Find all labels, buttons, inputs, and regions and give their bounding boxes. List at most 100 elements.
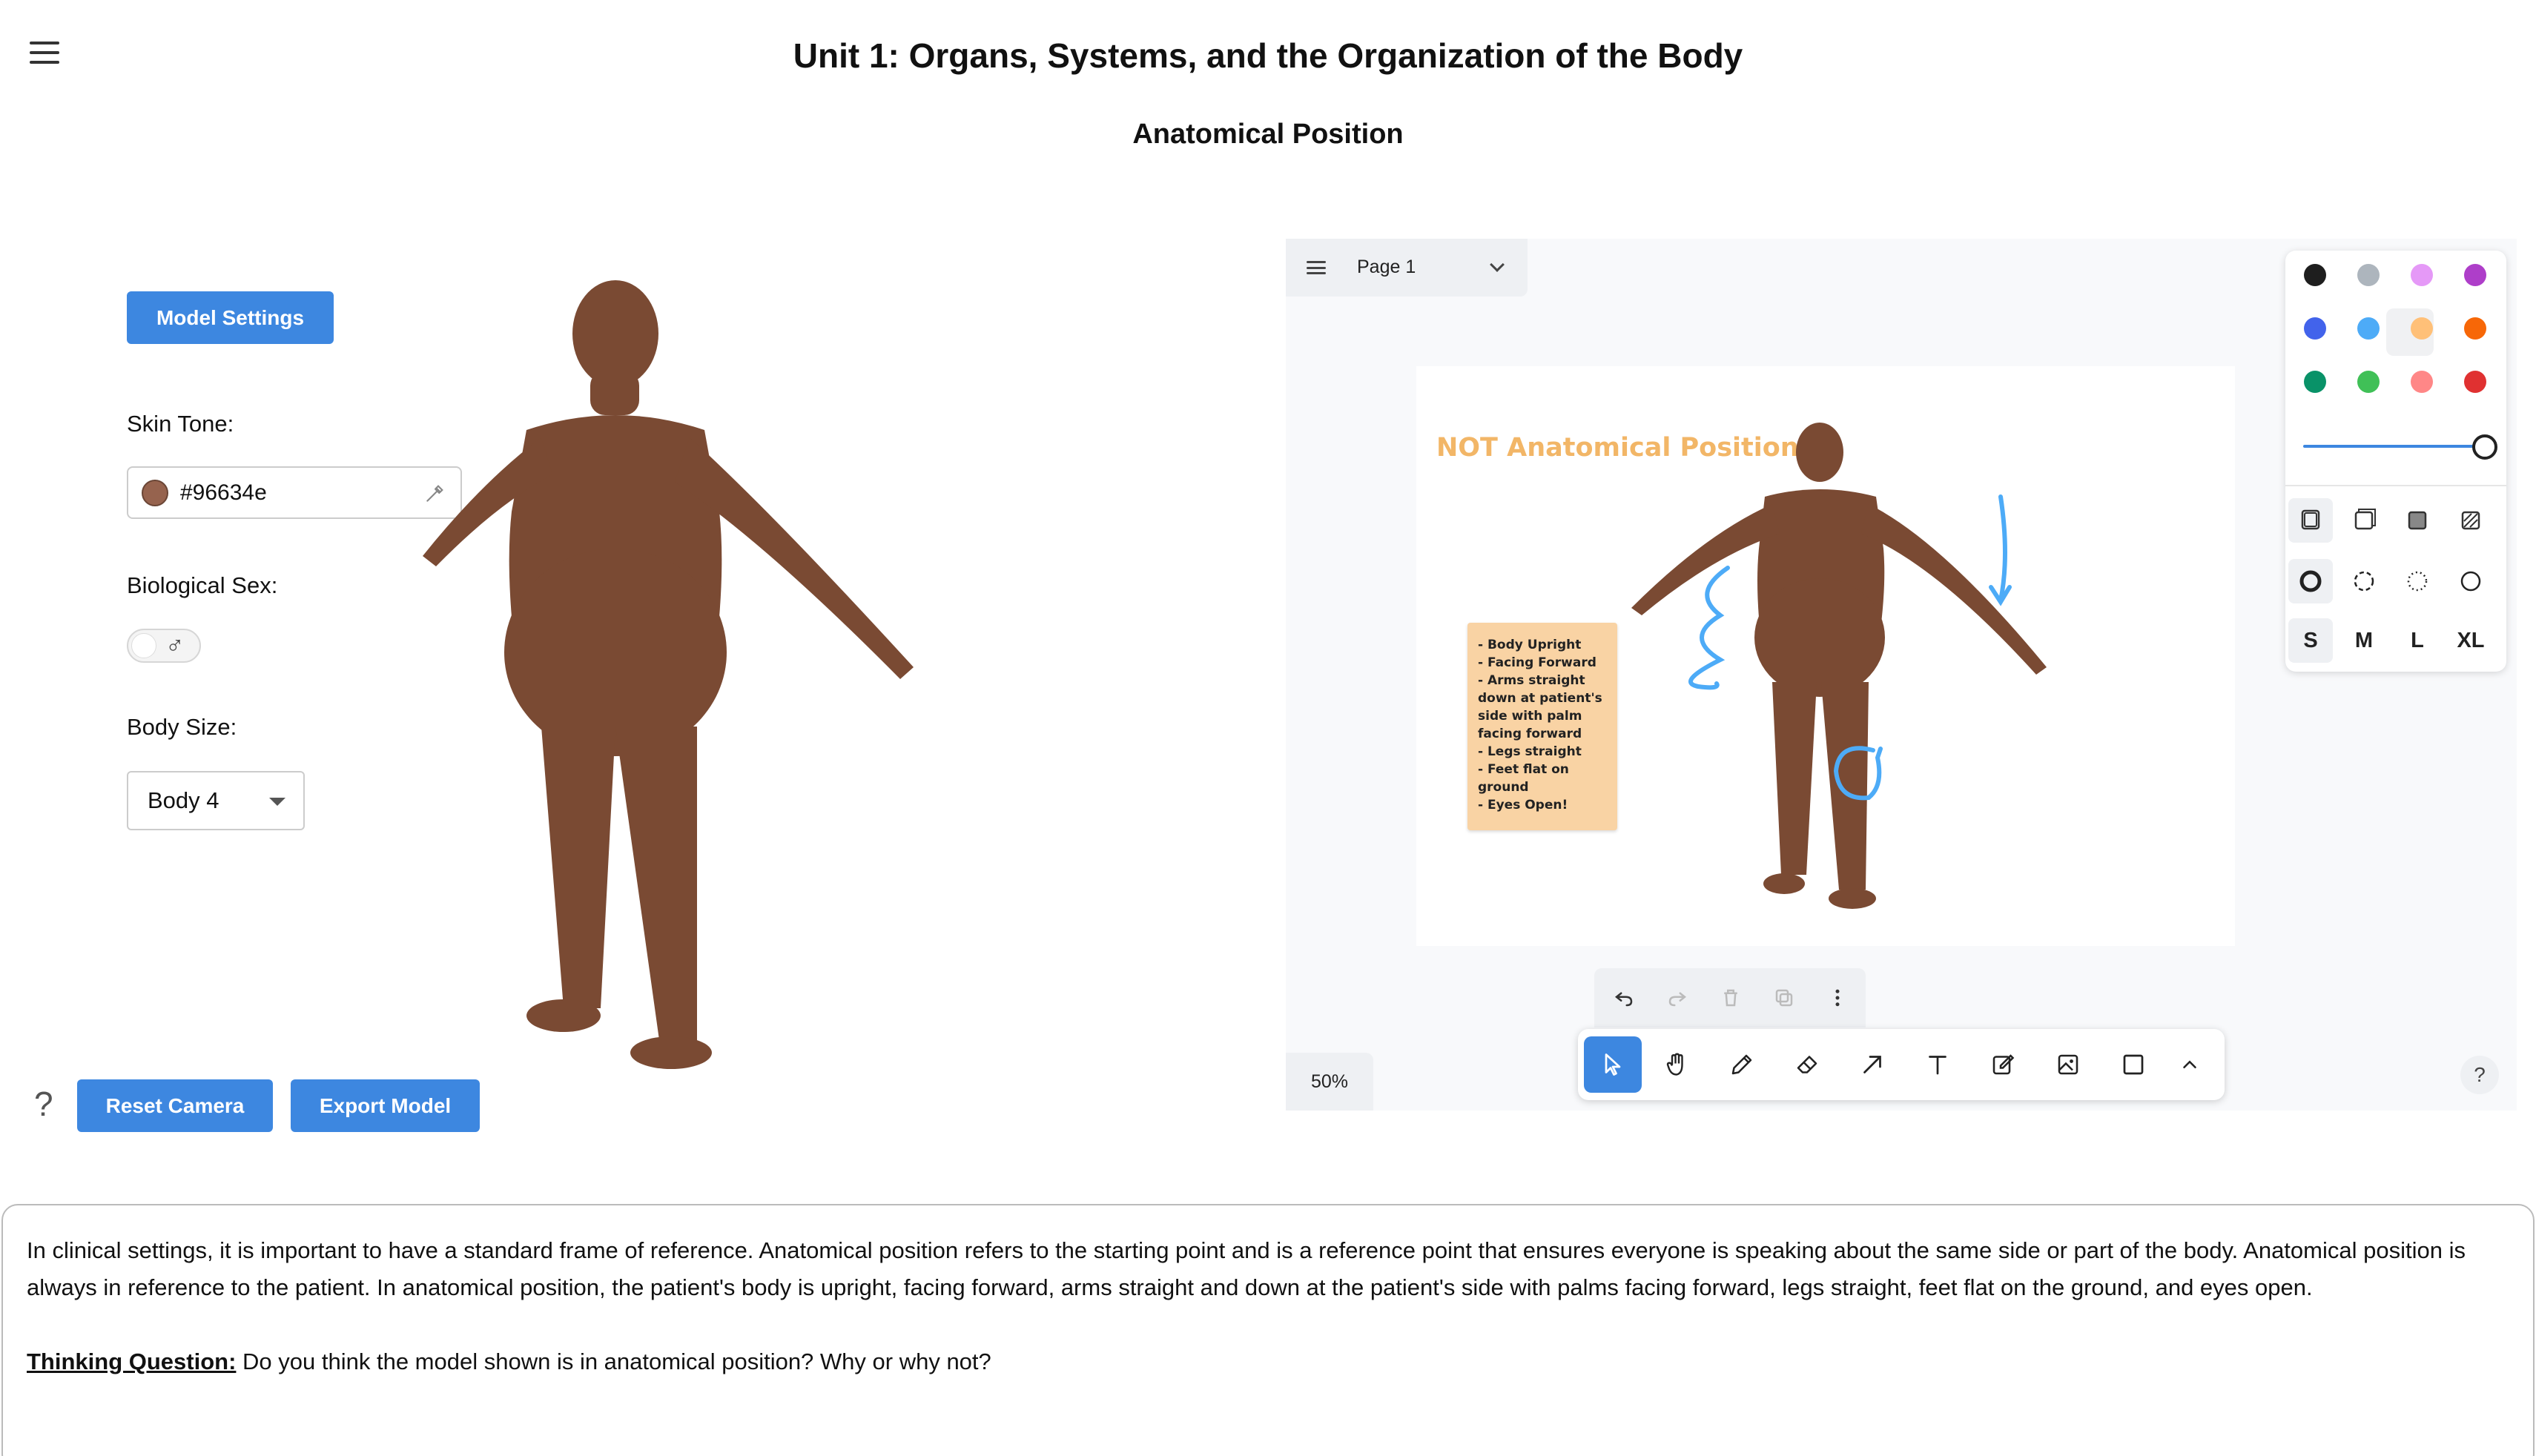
- image-icon: [2058, 1054, 2078, 1075]
- size-xl-option[interactable]: XL: [2449, 618, 2493, 663]
- redo-icon[interactable]: [1664, 985, 1691, 1011]
- color-swatch[interactable]: [2411, 317, 2433, 340]
- biological-sex-label: Biological Sex:: [127, 572, 278, 598]
- skin-tone-input[interactable]: #96634e: [127, 466, 462, 519]
- color-swatch[interactable]: [2411, 371, 2433, 393]
- more-icon[interactable]: [1824, 985, 1851, 1011]
- dash-solid-option[interactable]: [2288, 559, 2333, 603]
- cursor-icon: [1605, 1053, 1621, 1076]
- fill-solid-option[interactable]: [2395, 498, 2440, 543]
- color-swatch[interactable]: [2357, 371, 2380, 393]
- dash-dotted-option[interactable]: [2395, 559, 2440, 603]
- sticky-line: side with palm: [1478, 709, 1582, 724]
- biological-sex-toggle[interactable]: ♂: [127, 629, 201, 663]
- trash-icon[interactable]: [1717, 985, 1744, 1011]
- note-edit-icon: [1992, 1054, 2015, 1075]
- thinking-question-text: Do you think the model shown is in anato…: [236, 1349, 991, 1374]
- color-swatch[interactable]: [2357, 317, 2380, 340]
- sticky-line: facing forward: [1478, 727, 1582, 741]
- opacity-slider-track[interactable]: [2303, 445, 2481, 448]
- body-image: [1631, 423, 2047, 909]
- zoom-level[interactable]: 50%: [1286, 1053, 1373, 1111]
- male-icon: ♂: [165, 632, 185, 660]
- sticky-line: - Legs straight: [1478, 744, 1582, 759]
- arrow-icon: [1863, 1056, 1881, 1073]
- pencil-icon: [1731, 1054, 1752, 1075]
- dash-draw-option[interactable]: [2449, 559, 2493, 603]
- stroke-dotted-icon: [2407, 571, 2428, 592]
- sticky-line: - Arms straight: [1478, 673, 1585, 688]
- opacity-slider-knob[interactable]: [2472, 434, 2497, 460]
- image-tool[interactable]: [2039, 1036, 2097, 1093]
- lesson-text-box: In clinical settings, it is important to…: [1, 1204, 2535, 1456]
- eraser-tool[interactable]: [1778, 1036, 1836, 1093]
- body-size-select[interactable]: Body 4: [127, 771, 305, 830]
- style-panel[interactable]: S M L XL: [2285, 251, 2506, 672]
- fill-semi-option[interactable]: [2342, 498, 2386, 543]
- fill-pattern-icon: [2461, 511, 2480, 530]
- thinking-question: Thinking Question: Do you think the mode…: [27, 1343, 2509, 1380]
- color-swatch[interactable]: [2464, 371, 2486, 393]
- whiteboard-figure[interactable]: [1617, 415, 2061, 934]
- sticky-line: ground: [1478, 780, 1529, 795]
- page-label: Page 1: [1357, 257, 1416, 277]
- fill-none-option[interactable]: [2288, 498, 2333, 543]
- chevron-up-icon: [2183, 1060, 2196, 1068]
- text-tool[interactable]: [1909, 1036, 1967, 1093]
- body-size-label: Body Size:: [127, 714, 237, 740]
- text-icon: [1929, 1056, 1946, 1075]
- sticky-note[interactable]: - Body Upright - Facing Forward - Arms s…: [1467, 623, 1617, 830]
- menu-icon[interactable]: [1307, 261, 1326, 274]
- model-viewer[interactable]: [415, 267, 994, 1097]
- skin-tone-value: #96634e: [180, 480, 267, 505]
- model-settings-button[interactable]: Model Settings: [127, 291, 334, 344]
- fill-solid-icon: [2408, 511, 2427, 530]
- note-tool[interactable]: [1974, 1036, 2032, 1093]
- eraser-icon: [1797, 1056, 1817, 1073]
- more-tools-button[interactable]: [2161, 1036, 2219, 1093]
- thinking-question-label: Thinking Question:: [27, 1349, 237, 1374]
- help-icon[interactable]: ?: [2460, 1056, 2499, 1094]
- color-swatch[interactable]: [2357, 264, 2380, 286]
- section-title: Anatomical Position: [1132, 119, 1404, 150]
- reset-camera-button[interactable]: Reset Camera: [77, 1079, 273, 1132]
- color-swatch[interactable]: [2304, 317, 2326, 340]
- hand-tool[interactable]: [1648, 1036, 1705, 1093]
- stroke-solid-icon: [2299, 570, 2322, 592]
- body-model-3d: [423, 280, 914, 1069]
- undo-icon[interactable]: [1611, 985, 1637, 1011]
- chevron-down-icon[interactable]: [1490, 257, 1505, 272]
- actions-bar: [1594, 968, 1866, 1028]
- sticky-line: - Eyes Open!: [1478, 798, 1568, 813]
- skin-tone-swatch: [142, 479, 168, 506]
- panel-divider: [2285, 485, 2506, 486]
- skin-tone-label: Skin Tone:: [127, 411, 234, 437]
- draw-tool[interactable]: [1713, 1036, 1771, 1093]
- color-swatch[interactable]: [2464, 317, 2486, 340]
- drawing-toolbar: [1578, 1029, 2225, 1100]
- stroke-dashed-icon: [2354, 571, 2374, 592]
- size-s-option[interactable]: S: [2288, 618, 2333, 663]
- fill-semi-icon: [2354, 509, 2376, 530]
- color-swatch[interactable]: [2411, 264, 2433, 286]
- body-size-value: Body 4: [148, 787, 219, 813]
- duplicate-icon[interactable]: [1771, 985, 1797, 1011]
- dash-dashed-option[interactable]: [2342, 559, 2386, 603]
- arrow-tool[interactable]: [1843, 1036, 1901, 1093]
- sticky-line: - Facing Forward: [1478, 655, 1596, 670]
- color-swatch[interactable]: [2464, 264, 2486, 286]
- select-tool[interactable]: [1584, 1036, 1642, 1093]
- fill-pattern-option[interactable]: [2449, 498, 2493, 543]
- size-l-option[interactable]: L: [2395, 618, 2440, 663]
- sticky-line: down at patient's: [1478, 691, 1602, 706]
- page-menu[interactable]: Page 1: [1286, 239, 1528, 297]
- page-title: Unit 1: Organs, Systems, and the Organiz…: [793, 36, 1743, 75]
- help-icon[interactable]: ?: [34, 1084, 53, 1124]
- color-swatch[interactable]: [2304, 264, 2326, 286]
- lesson-paragraph: In clinical settings, it is important to…: [27, 1237, 2466, 1300]
- size-m-option[interactable]: M: [2342, 618, 2386, 663]
- sticky-line: - Feet flat on: [1478, 762, 1569, 777]
- rectangle-tool[interactable]: [2104, 1036, 2162, 1093]
- color-swatch[interactable]: [2304, 371, 2326, 393]
